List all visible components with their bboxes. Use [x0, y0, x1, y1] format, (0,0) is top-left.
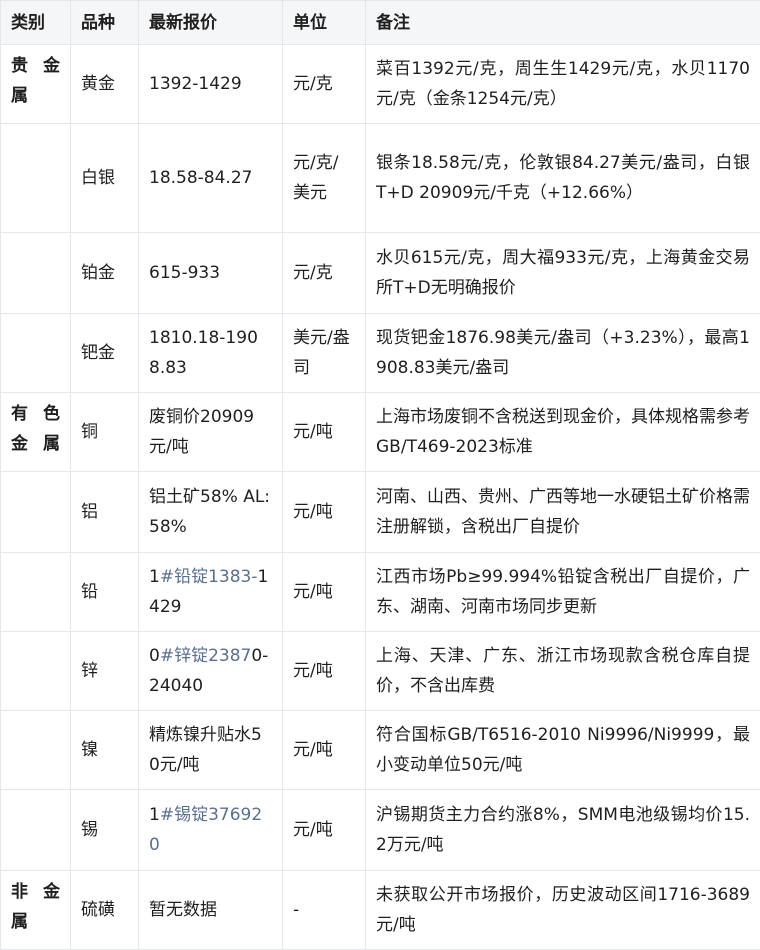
- table-row: 镍 精炼镍升贴水50元/吨 元/吨 符合国标GB/T6516-2010 Ni99…: [1, 711, 760, 790]
- unit-cell: -: [283, 871, 366, 950]
- header-row: 类别 品种 最新报价 单位 备注: [1, 1, 760, 45]
- note-cell: 银条18.58元/克，伦敦银84.27美元/盎司，白银T+D 20909元/千克…: [366, 124, 760, 233]
- header-category: 类别: [1, 1, 71, 45]
- unit-cell: 美元/盎司: [283, 314, 366, 393]
- header-unit: 单位: [283, 1, 366, 45]
- price-cell: 废铜价20909元/吨: [139, 393, 283, 472]
- variety-cell: 黄金: [71, 45, 139, 124]
- price-prefix: 0: [149, 646, 160, 666]
- unit-cell: 元/吨: [283, 472, 366, 553]
- note-cell: 水贝615元/克，周大福933元/克，上海黄金交易所T+D无明确报价: [366, 233, 760, 314]
- price-prefix: 1: [149, 567, 160, 587]
- unit-cell: 元/吨: [283, 553, 366, 632]
- price-cell: 1810.18-1908.83: [139, 314, 283, 393]
- category-cell: 非金属: [1, 871, 71, 950]
- table-row: 铅 1#铅锭1383-1429 元/吨 江西市场Pb≥99.994%铅锭含税出厂…: [1, 553, 760, 632]
- category-cell: 有色金属: [1, 393, 71, 472]
- price-cell: 1392-1429: [139, 45, 283, 124]
- variety-cell: 白银: [71, 124, 139, 233]
- variety-cell: 锡: [71, 790, 139, 871]
- variety-cell: 铂金: [71, 233, 139, 314]
- table-row: 铂金 615-933 元/克 水贝615元/克，周大福933元/克，上海黄金交易…: [1, 233, 760, 314]
- table-row: 贵金属 黄金 1392-1429 元/克 菜百1392元/克，周生生1429元/…: [1, 45, 760, 124]
- note-cell: 上海、天津、广东、浙江市场现款含税仓库自提价，不含出库费: [366, 632, 760, 711]
- price-link[interactable]: #锌锭2387: [160, 646, 252, 666]
- price-text: 18.58-84.27: [149, 168, 252, 188]
- price-prefix: 1: [149, 805, 160, 825]
- unit-cell: 元/吨: [283, 790, 366, 871]
- note-cell: 现货钯金1876.98美元/盎司（+3.23%），最高1908.83美元/盎司: [366, 314, 760, 393]
- price-text: 1392-1429: [149, 74, 242, 94]
- variety-cell: 硫磺: [71, 871, 139, 950]
- variety-cell: 铅: [71, 553, 139, 632]
- table-row: 铝 铝土矿58% AL:58% 元/吨 河南、山西、贵州、广西等地一水硬铝土矿价…: [1, 472, 760, 553]
- category-cell: 贵金属: [1, 45, 71, 124]
- price-text: 615-933: [149, 263, 220, 283]
- unit-cell: 元/克/美元: [283, 124, 366, 233]
- note-cell: 江西市场Pb≥99.994%铅锭含税出厂自提价，广东、湖南、河南市场同步更新: [366, 553, 760, 632]
- price-text: 废铜价20909元/吨: [149, 407, 254, 457]
- table-row: 有色金属 铜 废铜价20909元/吨 元/吨 上海市场废铜不含税送到现金价，具体…: [1, 393, 760, 472]
- category-cell: [1, 632, 71, 711]
- price-text: 铝土矿58% AL:58%: [149, 487, 270, 537]
- note-cell: 菜百1392元/克，周生生1429元/克，水贝1170元/克（金条1254元/克…: [366, 45, 760, 124]
- category-cell: [1, 790, 71, 871]
- note-cell: 未获取公开市场报价，历史波动区间1716-3689元/吨: [366, 871, 760, 950]
- table-row: 锡 1#锡锭376920 元/吨 沪锡期货主力合约涨8%，SMM电池级锡均价15…: [1, 790, 760, 871]
- price-link[interactable]: #铅锭1383-: [160, 567, 258, 587]
- category-cell: [1, 553, 71, 632]
- table-row: 非金属 硫磺 暂无数据 - 未获取公开市场报价，历史波动区间1716-3689元…: [1, 871, 760, 950]
- unit-cell: 元/克: [283, 233, 366, 314]
- category-cell: [1, 711, 71, 790]
- variety-cell: 铝: [71, 472, 139, 553]
- variety-cell: 锌: [71, 632, 139, 711]
- table-row: 钯金 1810.18-1908.83 美元/盎司 现货钯金1876.98美元/盎…: [1, 314, 760, 393]
- price-cell: 1#锡锭376920: [139, 790, 283, 871]
- unit-cell: 元/吨: [283, 711, 366, 790]
- category-cell: [1, 124, 71, 233]
- note-cell: 沪锡期货主力合约涨8%，SMM电池级锡均价15.2万元/吨: [366, 790, 760, 871]
- variety-cell: 铜: [71, 393, 139, 472]
- price-cell: 铝土矿58% AL:58%: [139, 472, 283, 553]
- note-cell: 河南、山西、贵州、广西等地一水硬铝土矿价格需注册解锁，含税出厂自提价: [366, 472, 760, 553]
- note-cell: 符合国标GB/T6516-2010 Ni9996/Ni9999，最小变动单位50…: [366, 711, 760, 790]
- note-cell: 上海市场废铜不含税送到现金价，具体规格需参考GB/T469-2023标准: [366, 393, 760, 472]
- price-cell: 615-933: [139, 233, 283, 314]
- price-cell: 精炼镍升贴水50元/吨: [139, 711, 283, 790]
- price-cell: 暂无数据: [139, 871, 283, 950]
- price-table: 类别 品种 最新报价 单位 备注 贵金属 黄金 1392-1429 元/克 菜百…: [0, 0, 760, 950]
- category-cell: [1, 472, 71, 553]
- category-cell: [1, 233, 71, 314]
- unit-cell: 元/吨: [283, 393, 366, 472]
- category-cell: [1, 314, 71, 393]
- price-cell: 1#铅锭1383-1429: [139, 553, 283, 632]
- price-cell: 18.58-84.27: [139, 124, 283, 233]
- price-link[interactable]: #锡锭376920: [149, 805, 262, 855]
- price-text: 精炼镍升贴水50元/吨: [149, 725, 262, 775]
- table-row: 白银 18.58-84.27 元/克/美元 银条18.58元/克，伦敦银84.2…: [1, 124, 760, 233]
- header-price: 最新报价: [139, 1, 283, 45]
- price-cell: 0#锌锭23870-24040: [139, 632, 283, 711]
- header-note: 备注: [366, 1, 760, 45]
- unit-cell: 元/克: [283, 45, 366, 124]
- variety-cell: 钯金: [71, 314, 139, 393]
- unit-cell: 元/吨: [283, 632, 366, 711]
- variety-cell: 镍: [71, 711, 139, 790]
- table-row: 锌 0#锌锭23870-24040 元/吨 上海、天津、广东、浙江市场现款含税仓…: [1, 632, 760, 711]
- price-text: 1810.18-1908.83: [149, 328, 258, 378]
- header-variety: 品种: [71, 1, 139, 45]
- price-text: 暂无数据: [149, 900, 217, 920]
